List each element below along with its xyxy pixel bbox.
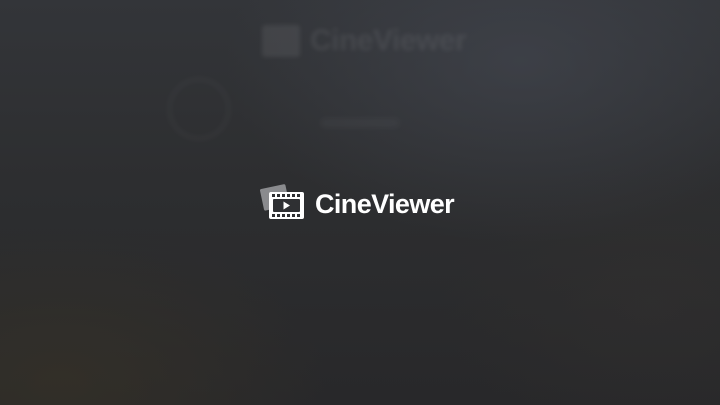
splash-screen: CineViewer CineViewer	[0, 0, 720, 405]
blurred-app-name: CineViewer	[310, 24, 467, 57]
blurred-film-icon	[262, 25, 300, 57]
background-blur-shape	[168, 78, 230, 140]
app-name: CineViewer	[315, 188, 455, 219]
app-logo: CineViewer	[258, 183, 455, 223]
film-strip-play-icon	[258, 183, 306, 223]
background-blur-bar	[320, 118, 400, 128]
background-blurred-logo: CineViewer	[262, 24, 467, 58]
